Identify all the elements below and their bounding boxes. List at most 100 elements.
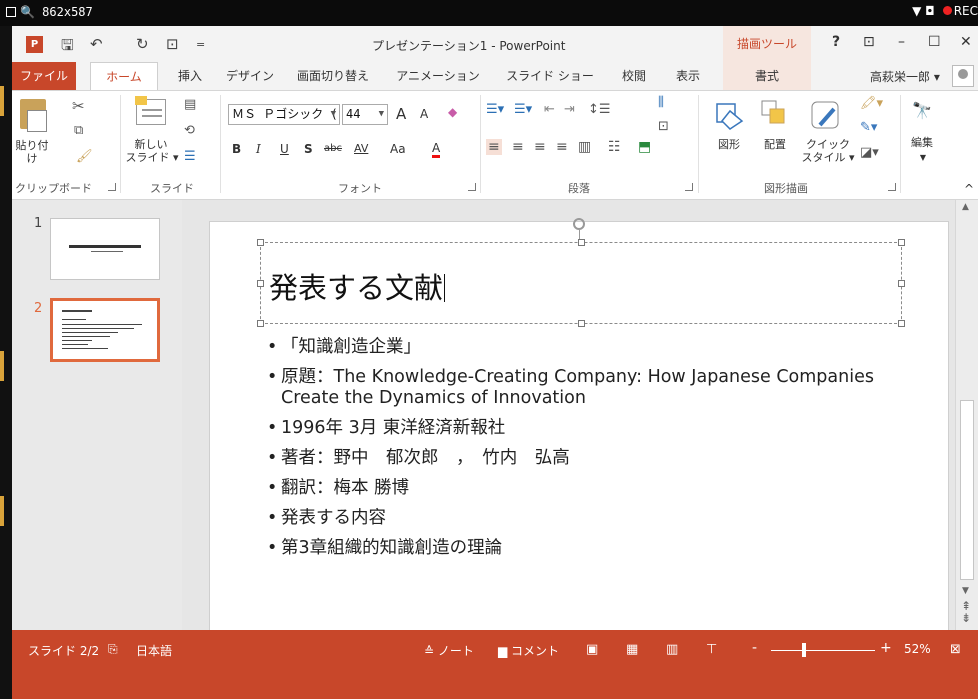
resize-handle[interactable]	[257, 239, 264, 246]
grow-font-button[interactable]: A	[396, 105, 406, 123]
shrink-font-button[interactable]: A	[420, 107, 428, 121]
slide-body-text[interactable]: 「知識創造企業」 原題：The Knowledge-Creating Compa…	[267, 337, 887, 568]
quick-styles-label[interactable]: クイック	[806, 138, 850, 151]
font-color-button[interactable]: A	[432, 141, 441, 158]
cut-icon[interactable]: ✂	[72, 97, 85, 115]
resize-handle[interactable]	[898, 320, 905, 327]
paste-icon[interactable]	[20, 99, 47, 132]
editing-button[interactable]: 編集	[905, 136, 939, 149]
shapes-button[interactable]: 図形	[714, 138, 744, 151]
spelling-icon[interactable]: ⎘	[108, 642, 118, 657]
clear-formatting-icon[interactable]: ◆	[448, 105, 457, 119]
rotate-handle[interactable]	[573, 218, 585, 230]
close-button[interactable]: ✕	[960, 34, 972, 50]
zoom-slider[interactable]	[771, 650, 875, 651]
new-slide-button[interactable]: スライド ▾	[124, 151, 180, 164]
normal-view-icon[interactable]: ▣	[586, 642, 598, 657]
tab-view[interactable]: 表示	[668, 62, 708, 90]
shape-effects-icon[interactable]: ◪▾	[860, 145, 879, 160]
quick-access-more-icon[interactable]: =	[196, 38, 205, 51]
arrange-icon[interactable]	[760, 99, 790, 129]
shapes-icon[interactable]	[714, 101, 744, 131]
tab-slideshow[interactable]: スライド ショー	[502, 62, 598, 90]
resize-handle[interactable]	[898, 239, 905, 246]
resize-handle[interactable]	[257, 280, 264, 287]
tab-design[interactable]: デザイン	[224, 62, 276, 90]
recorder-controls[interactable]: ▼ ◘ REC	[912, 4, 978, 18]
pane-splitter[interactable]	[182, 200, 190, 630]
previous-slide-icon[interactable]: ⇞ ⇟	[961, 600, 971, 624]
character-spacing-button[interactable]: AV	[354, 142, 368, 155]
justify-icon[interactable]: ≡	[556, 139, 568, 155]
user-account[interactable]: 高萩栄一郎 ▾	[870, 68, 940, 85]
language-indicator[interactable]: 日本語	[136, 642, 172, 659]
layout-icon[interactable]: ▤	[184, 97, 196, 112]
paragraph-launcher-icon[interactable]	[685, 183, 693, 191]
shape-fill-icon[interactable]: 🖍▾	[860, 96, 883, 111]
save-icon[interactable]: 🖫	[61, 35, 74, 60]
shadow-button[interactable]: S	[304, 142, 313, 156]
section-icon[interactable]: ☰	[184, 149, 196, 164]
notes-button[interactable]: ≙ ノート	[424, 642, 474, 659]
avatar[interactable]	[952, 65, 974, 87]
clipboard-launcher-icon[interactable]	[108, 183, 116, 191]
slideshow-view-icon[interactable]: ⊤	[706, 642, 717, 657]
scroll-up-icon[interactable]: ▲	[962, 202, 969, 212]
new-slide-icon[interactable]	[135, 96, 166, 125]
columns-icon[interactable]: ☷	[608, 139, 621, 155]
quick-styles-button[interactable]: スタイル ▾	[800, 151, 856, 164]
start-presentation-icon[interactable]: ⊡	[166, 35, 179, 53]
undo-icon[interactable]: ↶	[90, 35, 103, 53]
shape-outline-icon[interactable]: ✎▾	[860, 120, 877, 135]
slide-thumbnail-2[interactable]	[50, 298, 160, 362]
bullets-icon[interactable]: ☰▾	[486, 102, 504, 117]
resize-handle[interactable]	[898, 280, 905, 287]
tab-file[interactable]: ファイル	[12, 62, 76, 90]
ribbon-display-button[interactable]: ⊡	[863, 34, 875, 50]
align-left-icon[interactable]: ≡	[486, 139, 502, 155]
tab-insert[interactable]: 挿入	[170, 62, 210, 90]
arrange-button[interactable]: 配置	[758, 138, 792, 151]
resize-handle[interactable]	[257, 320, 264, 327]
change-case-button[interactable]: Aa	[390, 142, 406, 156]
comments-button[interactable]: ▆ コメント	[498, 642, 559, 659]
smartart-icon[interactable]: ⬒	[638, 139, 651, 155]
quick-styles-icon[interactable]	[808, 99, 844, 133]
fit-to-window-icon[interactable]: ⊠	[950, 642, 961, 657]
zoom-out-button[interactable]: -	[752, 640, 757, 656]
new-slide-label[interactable]: 新しい	[128, 138, 174, 151]
font-name-select[interactable]: ＭＳ Ｐゴシック (▼	[228, 104, 340, 125]
tab-review[interactable]: 校閲	[614, 62, 654, 90]
tab-format[interactable]: 書式	[723, 62, 811, 90]
copy-icon[interactable]: ⧉	[74, 123, 83, 138]
resize-handle[interactable]	[578, 320, 585, 327]
title-placeholder[interactable]: 発表する文献	[257, 239, 905, 327]
align-center-icon[interactable]: ≡	[512, 139, 524, 155]
underline-button[interactable]: U	[280, 142, 289, 156]
bold-button[interactable]: B	[232, 142, 241, 156]
increase-indent-icon[interactable]: ⇥	[564, 102, 575, 117]
font-launcher-icon[interactable]	[468, 183, 476, 191]
tab-home[interactable]: ホーム	[90, 62, 158, 91]
slide-title[interactable]: 発表する文献	[269, 265, 446, 307]
minimize-button[interactable]: –	[898, 34, 905, 50]
reset-icon[interactable]: ⟲	[184, 123, 195, 138]
find-icon[interactable]: 🔭	[912, 101, 932, 120]
line-spacing-icon[interactable]: ↕☰	[588, 102, 611, 117]
collapse-ribbon-button[interactable]: ^	[964, 182, 974, 196]
italic-button[interactable]: I	[256, 142, 261, 156]
numbering-icon[interactable]: ☰▾	[514, 102, 532, 117]
scroll-down-icon[interactable]: ▼	[962, 586, 969, 596]
distributed-icon[interactable]: ▥	[578, 139, 591, 155]
tab-transitions[interactable]: 画面切り替え	[290, 62, 376, 90]
maximize-button[interactable]: ☐	[928, 34, 941, 50]
font-size-select[interactable]: 44 ▼	[342, 104, 388, 125]
slide-counter[interactable]: スライド 2/2	[28, 642, 99, 659]
format-painter-icon[interactable]: 🖌	[76, 149, 93, 164]
redo-icon[interactable]: ↻	[136, 35, 149, 53]
slide-sorter-icon[interactable]: ▦	[626, 642, 638, 657]
zoom-in-button[interactable]: +	[880, 640, 892, 656]
zoom-slider-thumb[interactable]	[802, 643, 806, 657]
align-right-icon[interactable]: ≡	[534, 139, 546, 155]
scrollbar-thumb[interactable]	[960, 400, 974, 580]
